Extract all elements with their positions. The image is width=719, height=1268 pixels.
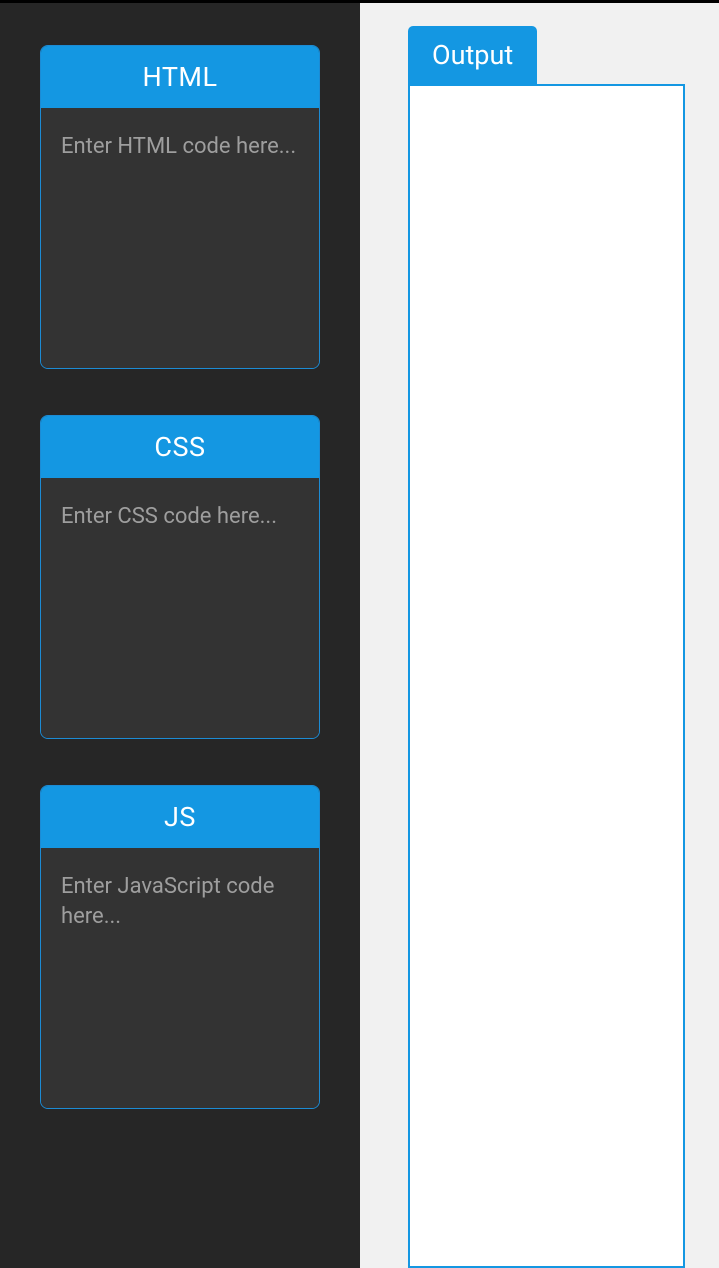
output-container: Output bbox=[408, 26, 685, 1268]
output-tab: Output bbox=[408, 26, 537, 84]
html-editor-input[interactable] bbox=[41, 108, 319, 368]
editors-panel: HTML CSS JS bbox=[0, 3, 360, 1268]
output-panel: Output bbox=[360, 3, 719, 1268]
js-editor-card: JS bbox=[40, 785, 320, 1109]
js-editor-header: JS bbox=[41, 786, 319, 848]
js-editor-input[interactable] bbox=[41, 848, 319, 1108]
output-frame bbox=[408, 84, 685, 1268]
css-editor-header: CSS bbox=[41, 416, 319, 478]
code-editor-app: HTML CSS JS Output bbox=[0, 0, 719, 1268]
html-editor-card: HTML bbox=[40, 45, 320, 369]
css-editor-input[interactable] bbox=[41, 478, 319, 738]
html-editor-header: HTML bbox=[41, 46, 319, 108]
css-editor-card: CSS bbox=[40, 415, 320, 739]
